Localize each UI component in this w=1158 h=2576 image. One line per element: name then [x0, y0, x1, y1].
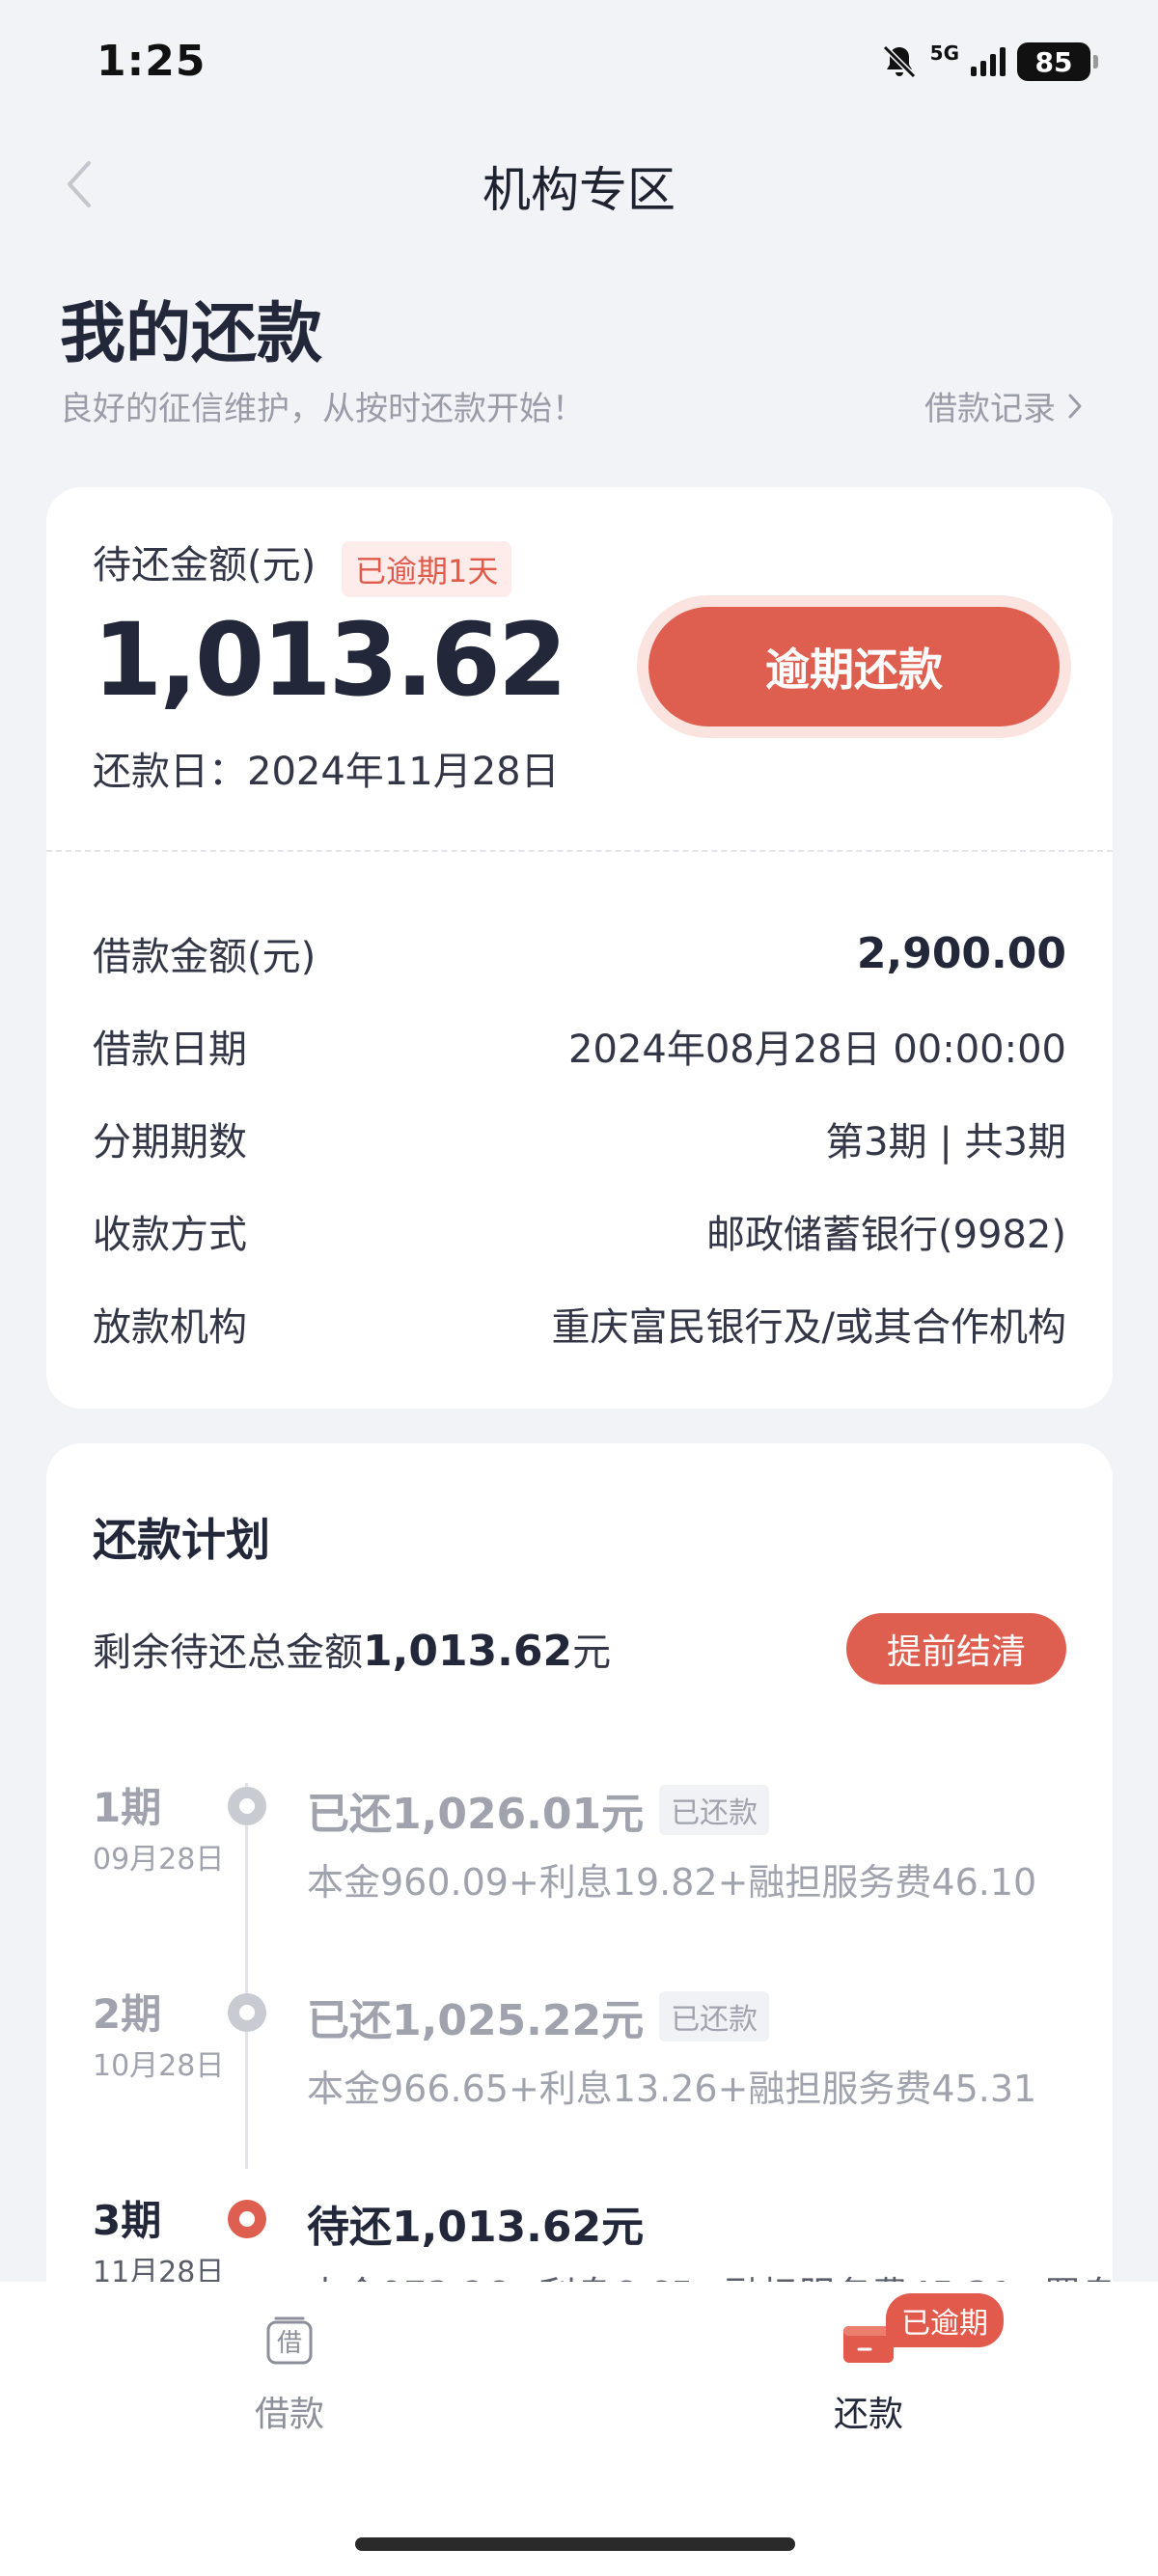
status-icons: 5G 85 [880, 41, 1098, 81]
status-bar: 1:25 5G 85 [0, 0, 1158, 130]
home-indicator[interactable] [355, 2537, 795, 2551]
installment-summary-text: 已还1,026.01元 [307, 1790, 645, 1839]
due-card: 待还金额(元) 已逾期1天 1,013.62 还款日：2024年11月28日 逾… [46, 487, 1113, 1409]
installment-item[interactable]: 1期 09月28日 已还1,026.01元 已还款 本金960.09+利息19.… [46, 1775, 1113, 1949]
tab-repay-label: 还款 [833, 2395, 903, 2434]
installment-detail: 本金960.09+利息19.82+融担服务费46.10 [307, 1861, 1037, 1904]
dashed-divider [46, 850, 1113, 852]
info-label: 放款机构 [93, 1305, 247, 1350]
loan-records-label: 借款记录 [924, 390, 1056, 428]
installment-summary-text: 待还1,013.62元 [307, 2203, 645, 2252]
overdue-tab-badge: 已逾期 [886, 2293, 1004, 2347]
due-amount: 1,013.62 [93, 601, 567, 719]
info-value: 邮政储蓄银行(9982) [705, 1213, 1066, 1257]
loan-icon: 借 [266, 2316, 313, 2365]
page-title: 机构专区 [482, 162, 676, 218]
info-row-receiving-account: 收款方式 邮政储蓄银行(9982) [93, 1204, 1066, 1258]
info-row-loan-date: 借款日期 2024年08月28日 00:00:00 [93, 1019, 1066, 1073]
info-row-installments: 分期期数 第3期 | 共3期 [93, 1111, 1066, 1165]
battery-icon: 85 [1017, 42, 1098, 81]
remaining-total: 剩余待还总金额1,013.62元 [93, 1621, 611, 1677]
installment-summary: 已还1,025.22元 已还款 [307, 1986, 770, 2047]
nav-bar: 机构专区 [0, 130, 1158, 236]
tab-loan-label: 借款 [254, 2395, 324, 2434]
signal-icon [971, 47, 1006, 76]
installment-summary: 已还1,026.01元 已还款 [307, 1779, 770, 1841]
info-value: 重庆富民银行及/或其合作机构 [551, 1305, 1066, 1350]
info-label: 分期期数 [93, 1120, 247, 1165]
section-subtitle: 良好的征信维护，从按时还款开始！ [60, 390, 585, 428]
overdue-repay-button[interactable]: 逾期还款 [637, 595, 1071, 738]
info-value: 2,900.00 [856, 928, 1066, 978]
repayment-plan-card: 还款计划 剩余待还总金额1,013.62元 提前结清 1期 09月28日 已还1… [46, 1443, 1117, 2408]
bell-off-icon [882, 44, 916, 79]
installment-period: 3期 [93, 2197, 162, 2244]
installment-detail: 本金966.65+利息13.26+融担服务费45.31 [307, 2068, 1037, 2110]
timeline-dot-current [228, 2200, 266, 2238]
installment-item[interactable]: 2期 10月28日 已还1,025.22元 已还款 本金966.65+利息13.… [46, 1982, 1113, 2155]
installment-summary-text: 已还1,025.22元 [307, 1996, 645, 2045]
paid-badge: 已还款 [659, 1991, 770, 2042]
timeline-dot [228, 1787, 266, 1825]
paid-badge: 已还款 [659, 1785, 770, 1835]
tab-repay[interactable]: 还款 已逾期 [762, 2293, 1004, 2436]
info-row-lender: 放款机构 重庆富民银行及/或其合作机构 [93, 1297, 1066, 1351]
status-time: 1:25 [96, 37, 207, 86]
network-type: 5G [929, 41, 959, 65]
page: 1:25 5G 85 机构专区 我的还款 良好的征信维护，从按时还款开始！ 借款 [0, 0, 1158, 2576]
section-title: 我的还款 [60, 296, 323, 372]
info-label: 借款日期 [93, 1028, 247, 1072]
loan-records-link[interactable]: 借款记录 [924, 382, 1085, 429]
info-value: 第3期 | 共3期 [825, 1120, 1066, 1165]
plan-title: 还款计划 [93, 1514, 270, 1566]
loan-icon-char: 借 [277, 2329, 302, 2358]
battery-level: 85 [1034, 45, 1073, 78]
installment-period: 1期 [93, 1784, 162, 1831]
remaining-unit: 元 [572, 1631, 612, 1675]
installment-date: 10月28日 [93, 2049, 225, 2083]
installment-period: 2期 [93, 1990, 162, 2038]
timeline-dot [228, 1993, 266, 2032]
early-settle-button[interactable]: 提前结清 [846, 1613, 1066, 1685]
remaining-label: 剩余待还总金额 [93, 1631, 363, 1675]
tab-bar: 借 借款 还款 已逾期 [0, 2282, 1158, 2576]
info-label: 收款方式 [93, 1213, 247, 1257]
due-amount-label: 待还金额(元) [93, 543, 317, 588]
installment-date: 09月28日 [93, 1843, 225, 1877]
tab-loan[interactable]: 借 借款 [183, 2315, 396, 2436]
overdue-repay-label: 逾期还款 [648, 607, 1060, 726]
due-date: 还款日：2024年11月28日 [93, 750, 560, 794]
installment-summary: 待还1,013.62元 [307, 2192, 644, 2254]
info-label: 借款金额(元) [93, 935, 317, 979]
info-value: 2024年08月28日 00:00:00 [568, 1028, 1066, 1072]
remaining-amount: 1,013.62 [363, 1627, 573, 1676]
overdue-badge: 已逾期1天 [342, 541, 512, 597]
chevron-right-icon [1068, 394, 1082, 418]
info-row-loan-amount: 借款金额(元) 2,900.00 [93, 926, 1066, 980]
